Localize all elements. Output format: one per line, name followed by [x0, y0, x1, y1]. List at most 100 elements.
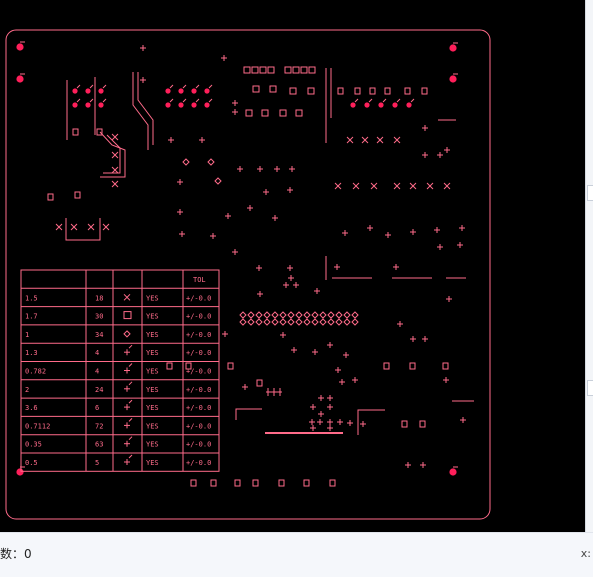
- drill-qty-cell: 72: [95, 422, 103, 430]
- smd-pad: [85, 88, 91, 94]
- trace-line: [195, 98, 200, 103]
- drill-qty-cell: 18: [95, 294, 103, 302]
- pad-diamond: [239, 318, 247, 326]
- pad-diamond: [335, 318, 343, 326]
- trace-line: [368, 98, 373, 103]
- side-panel-tab[interactable]: [587, 185, 593, 201]
- pad-square: [47, 193, 54, 201]
- drill-plated-cell: YES: [146, 313, 159, 321]
- drill-tol-cell: +/-0.0: [186, 441, 211, 449]
- pad-square: [421, 87, 428, 95]
- trace-line: [128, 454, 133, 459]
- pad-diamond: [311, 311, 319, 319]
- pad-square: [303, 479, 310, 487]
- pad-square: [401, 420, 408, 428]
- trace-line: [76, 84, 81, 89]
- pad-diamond: [303, 311, 311, 319]
- drill-plated-cell: YES: [146, 404, 159, 412]
- pad-square: [409, 362, 416, 370]
- smd-pad: [98, 102, 104, 108]
- pad-diamond: [319, 318, 327, 326]
- pad-diamond: [287, 311, 295, 319]
- trace-line: [89, 84, 94, 89]
- trace-path: [235, 408, 262, 420]
- pad-diamond: [263, 311, 271, 319]
- pad-diamond: [255, 318, 263, 326]
- pad-diamond: [343, 311, 351, 319]
- trace-line: [128, 363, 133, 367]
- trace-path: [99, 131, 126, 178]
- drill-plated-cell: YES: [146, 331, 159, 339]
- pad-square: [289, 87, 297, 95]
- pad-diamond: [239, 311, 247, 319]
- drill-plated-cell: YES: [146, 349, 159, 357]
- drill-plated-cell: YES: [146, 459, 159, 467]
- trace-path: [65, 218, 101, 241]
- board-outline: [5, 29, 491, 520]
- smd-pad: [364, 102, 370, 108]
- smd-pad: [72, 88, 78, 94]
- smd-pad: [204, 88, 210, 94]
- mounting-hole: [16, 468, 24, 476]
- pad-square: [404, 87, 411, 95]
- pad-diamond: [123, 330, 131, 338]
- pad-square: [300, 66, 308, 74]
- smd-pad: [392, 102, 398, 108]
- pad-square: [269, 85, 277, 93]
- trace-line: [195, 84, 200, 89]
- pad-square: [278, 479, 285, 487]
- drill-plated-cell: YES: [146, 294, 159, 302]
- right-side-panel: [585, 0, 593, 532]
- drill-table-header-tol: TOL: [193, 276, 206, 284]
- drill-tol-cell: +/-0.0: [186, 459, 211, 467]
- trace-line: [410, 98, 415, 103]
- drill-qty-cell: 63: [95, 441, 103, 449]
- pad-square: [308, 66, 316, 74]
- trace-line: [169, 98, 174, 103]
- trace-line: [89, 98, 94, 103]
- trace-line: [76, 98, 81, 103]
- drill-size-cell: 0.35: [25, 441, 42, 449]
- drill-size-cell: 3.6: [25, 404, 38, 412]
- trace-line: [102, 84, 107, 89]
- drill-qty-cell: 5: [95, 459, 99, 467]
- pad-square: [256, 379, 263, 387]
- pad-square: [354, 87, 361, 95]
- smd-pad: [165, 88, 171, 94]
- pad-diamond: [335, 311, 343, 319]
- pad-square: [267, 66, 275, 74]
- pad-square: [261, 109, 269, 117]
- pad-square: [251, 66, 259, 74]
- pad-square: [295, 109, 303, 117]
- drill-qty-cell: 34: [95, 331, 103, 339]
- trace-line: [208, 98, 213, 103]
- pad-square: [72, 128, 79, 136]
- smd-pad: [178, 88, 184, 94]
- drill-tol-cell: +/-0.0: [186, 422, 211, 430]
- trace-line: [128, 418, 133, 422]
- pad-square: [259, 66, 267, 74]
- smd-pad: [204, 102, 210, 108]
- trace-path: [357, 409, 385, 435]
- pcb-board-view: TOL 1.5 18 YES +/-0.0 1.7 30 YES +/-0.0 1 34 YES +/-…: [5, 29, 491, 520]
- pad-square: [252, 85, 260, 93]
- pad-diamond: [311, 318, 319, 326]
- drill-qty-cell: 4: [95, 368, 99, 376]
- drill-size-cell: 1: [25, 331, 29, 339]
- drill-tol-cell: +/-0.0: [186, 386, 211, 394]
- smd-pad: [406, 102, 412, 108]
- side-panel-tab[interactable]: [587, 380, 593, 396]
- drill-tol-cell: +/-0.0: [186, 294, 211, 302]
- smd-pad: [378, 102, 384, 108]
- drill-size-cell: 0.782: [25, 368, 46, 376]
- drill-tol-cell: +/-0.0: [186, 331, 211, 339]
- mounting-hole: [449, 44, 457, 52]
- pcb-drawing-canvas[interactable]: TOL 1.5 18 YES +/-0.0 1.7 30 YES +/-0.0 1 34 YES +/-…: [0, 0, 585, 532]
- pad-square: [227, 362, 234, 370]
- drill-tol-cell: +/-0.0: [186, 349, 211, 357]
- drill-size-cell: 2: [25, 386, 29, 394]
- trace-line: [128, 381, 133, 386]
- pad-square: [284, 66, 292, 74]
- drill-qty-cell: 4: [95, 349, 99, 357]
- pad-square: [292, 66, 300, 74]
